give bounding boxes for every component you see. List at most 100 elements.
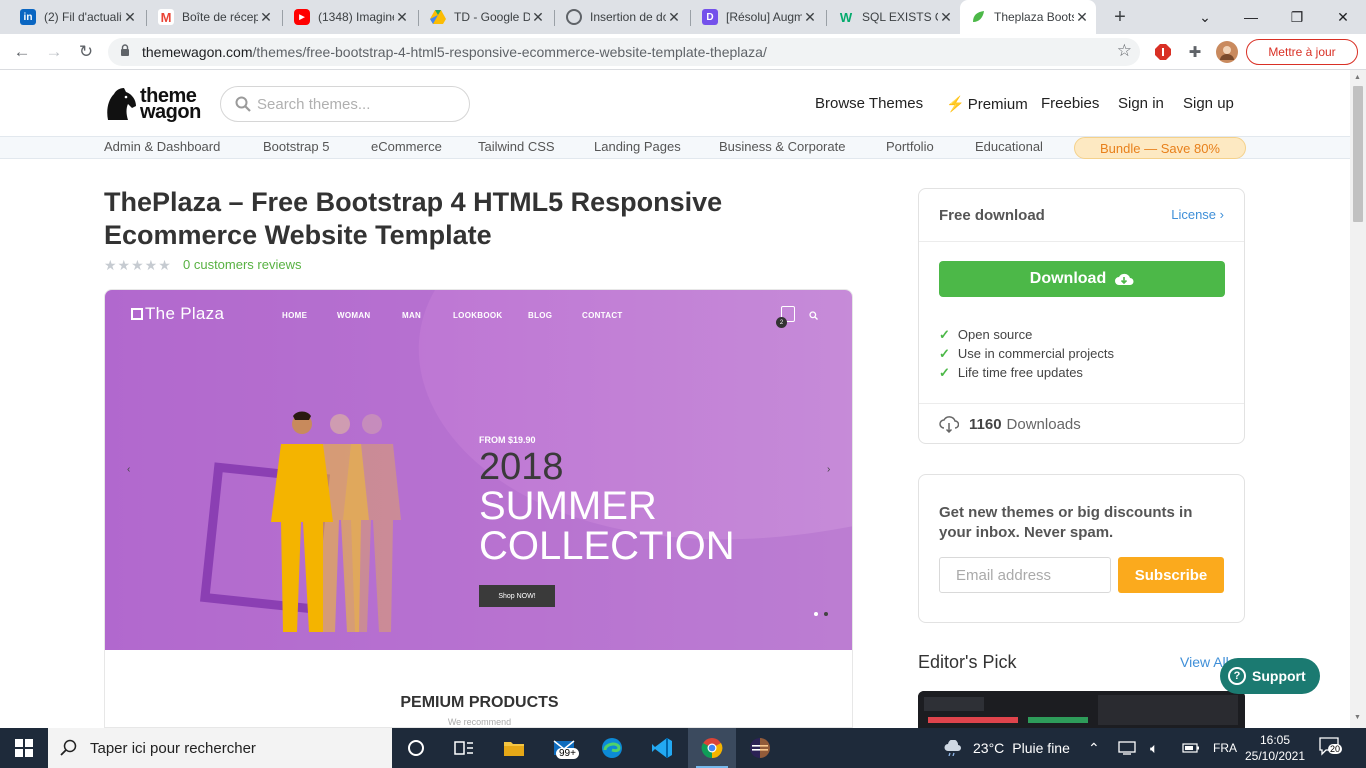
preview-brand-text: The Plaza xyxy=(145,304,225,323)
edge-browser-icon[interactable] xyxy=(588,728,636,768)
category-portfolio[interactable]: Portfolio xyxy=(886,139,934,154)
tab-google-drive[interactable]: TD - Google Drive ✕ xyxy=(420,0,552,34)
chrome-icon-active[interactable] xyxy=(688,728,736,768)
mail-icon[interactable]: 99+ xyxy=(540,728,588,768)
tab-w3schools[interactable]: W SQL EXISTS Operator ✕ xyxy=(828,0,960,34)
download-button-label: Download xyxy=(1029,270,1107,287)
extensions-puzzle-icon[interactable]: ✚ xyxy=(1184,41,1206,63)
cloud-download-outline-icon xyxy=(939,416,959,433)
taskbar-search[interactable]: Taper ici pour rechercher xyxy=(48,728,392,768)
bookmark-star-icon[interactable]: ☆ xyxy=(1117,41,1132,61)
newsletter-text: Get new themes or big discounts in your … xyxy=(939,504,1193,541)
preview-section-subtitle: We recommend xyxy=(447,717,512,727)
close-tab-icon[interactable]: ✕ xyxy=(802,9,818,26)
close-window-button[interactable]: ✕ xyxy=(1320,0,1366,34)
notification-center-button[interactable]: 20 xyxy=(1318,736,1343,760)
file-explorer-icon[interactable] xyxy=(490,728,538,768)
preview-headline-1: SUMMER xyxy=(479,484,657,528)
adblock-extension-icon[interactable] xyxy=(1152,41,1174,63)
windows-taskbar: Taper ici pour rechercher 99+ 23°C Pluie… xyxy=(0,728,1366,768)
volume-icon[interactable]: 🔈︎ xyxy=(1150,728,1158,768)
close-tab-icon[interactable]: ✕ xyxy=(666,9,682,26)
input-language[interactable]: FRA xyxy=(1213,728,1237,768)
preview-slide-dot xyxy=(814,612,818,616)
feature-item: ✓ Open source xyxy=(939,327,1032,343)
eclipse-icon[interactable] xyxy=(736,728,784,768)
close-tab-icon[interactable]: ✕ xyxy=(938,9,954,26)
category-tailwind-css[interactable]: Tailwind CSS xyxy=(478,139,555,154)
bundle-promo-link[interactable]: Bundle — Save 80% xyxy=(1074,137,1246,159)
vscode-icon[interactable] xyxy=(638,728,686,768)
category-business-corporate[interactable]: Business & Corporate xyxy=(719,139,845,154)
tab-title: (2) Fil d'actualité xyxy=(44,10,122,24)
close-tab-icon[interactable]: ✕ xyxy=(1074,9,1090,26)
reviews-link[interactable]: 0 customers reviews xyxy=(183,257,301,272)
model-figure xyxy=(271,411,333,632)
feature-item: ✓ Use in commercial projects xyxy=(939,346,1114,362)
tab-insertion[interactable]: Insertion de données ✕ xyxy=(556,0,688,34)
search-input[interactable] xyxy=(257,94,457,114)
subscribe-button[interactable]: Subscribe xyxy=(1118,557,1224,593)
tab-theplaza-active[interactable]: Theplaza Bootstrap ✕ xyxy=(960,0,1096,34)
battery-icon[interactable] xyxy=(1182,728,1200,768)
close-tab-icon[interactable]: ✕ xyxy=(530,9,546,26)
category-ecommerce[interactable]: eCommerce xyxy=(371,139,442,154)
download-button[interactable]: Download xyxy=(939,261,1225,297)
nav-browse-themes[interactable]: Browse Themes xyxy=(815,95,923,112)
tab-linkedin[interactable]: in (2) Fil d'actualité ✕ xyxy=(10,0,144,34)
network-icon[interactable] xyxy=(1118,728,1136,768)
license-link-label: License xyxy=(1171,207,1217,222)
themewagon-logo[interactable]: theme wagon xyxy=(104,84,208,124)
restore-button[interactable]: ❐ xyxy=(1274,0,1320,34)
address-bar[interactable]: themewagon.com/themes/free-bootstrap-4-h… xyxy=(108,38,1140,66)
close-tab-icon[interactable]: ✕ xyxy=(394,9,410,26)
nav-freebies[interactable]: Freebies xyxy=(1041,95,1099,112)
tab-openclassrooms[interactable]: D [Résolu] Augmenter ✕ xyxy=(692,0,824,34)
category-educational[interactable]: Educational xyxy=(975,139,1043,154)
support-chat-button[interactable]: ? Support xyxy=(1220,658,1320,694)
tab-gmail[interactable]: M Boîte de réception ✕ xyxy=(148,0,280,34)
update-browser-button[interactable]: Mettre à jour xyxy=(1246,39,1358,65)
scrollbar-thumb[interactable] xyxy=(1353,86,1363,222)
category-landing-pages[interactable]: Landing Pages xyxy=(594,139,681,154)
system-clock[interactable]: 16:05 25/10/2021 xyxy=(1244,732,1306,764)
preview-menu-item: BLOG xyxy=(528,311,553,320)
nav-sign-in[interactable]: Sign in xyxy=(1118,95,1164,112)
clock-time: 16:05 xyxy=(1259,733,1291,747)
nav-sign-up[interactable]: Sign up xyxy=(1183,95,1234,112)
weather-widget[interactable]: 23°C Pluie fine xyxy=(944,728,1070,768)
editors-pick-thumbnail[interactable] xyxy=(918,691,1245,728)
lock-icon xyxy=(121,44,129,56)
category-bootstrap-5[interactable]: Bootstrap 5 xyxy=(263,139,330,154)
forward-button[interactable]: → xyxy=(42,40,66,64)
scroll-up-arrow-icon[interactable]: ▲ xyxy=(1354,74,1361,81)
preview-slide-dot xyxy=(824,612,828,616)
tab-youtube[interactable]: ▶ (1348) Imagine ✕ xyxy=(284,0,416,34)
preview-year: 2018 xyxy=(479,446,564,488)
back-button[interactable]: ← xyxy=(10,40,34,64)
minimize-button[interactable]: — xyxy=(1228,0,1274,34)
theme-search[interactable] xyxy=(220,86,470,122)
email-field[interactable] xyxy=(939,557,1111,593)
google-drive-icon xyxy=(430,9,446,25)
theme-preview-image[interactable]: The Plaza HOME WOMAN MAN LOOKBOOK BLOG C… xyxy=(104,289,853,728)
preview-shop-button: Shop NOW! xyxy=(479,585,555,607)
reload-button[interactable]: ↻ xyxy=(74,40,98,64)
nav-premium[interactable]: ⚡ Premium xyxy=(946,95,1028,113)
task-view-icon[interactable] xyxy=(440,728,488,768)
category-admin-dashboard[interactable]: Admin & Dashboard xyxy=(104,139,220,154)
preview-hero-banner: The Plaza HOME WOMAN MAN LOOKBOOK BLOG C… xyxy=(105,290,852,650)
scroll-down-arrow-icon[interactable]: ▼ xyxy=(1354,714,1361,721)
tab-search-icon[interactable]: ⌄ xyxy=(1182,0,1228,34)
new-tab-button[interactable]: + xyxy=(1108,6,1132,28)
windows-start-button[interactable] xyxy=(0,728,48,768)
preview-menu-item: CONTACT xyxy=(582,311,623,320)
license-link[interactable]: License › xyxy=(1171,207,1224,222)
tab-title: [Résolu] Augmenter xyxy=(726,10,802,24)
cortana-icon[interactable] xyxy=(392,728,440,768)
page-scrollbar[interactable]: ▲ ▼ xyxy=(1350,70,1366,728)
close-tab-icon[interactable]: ✕ xyxy=(122,9,138,26)
show-hidden-icons-chevron-icon[interactable]: ⌃ xyxy=(1088,728,1100,768)
close-tab-icon[interactable]: ✕ xyxy=(258,9,274,26)
profile-avatar[interactable] xyxy=(1216,41,1238,63)
